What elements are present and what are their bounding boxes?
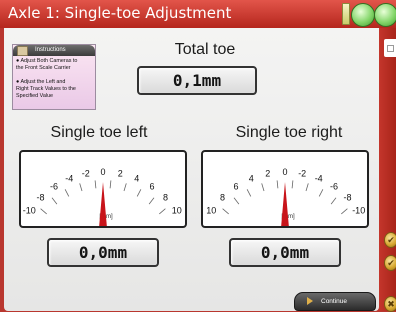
right-gauge-tick-label: 6 — [233, 182, 238, 192]
instruction-line: Specified Value — [16, 93, 54, 99]
close-icon[interactable]: ✖ — [384, 296, 396, 312]
left-gauge-tick-label: 4 — [134, 174, 139, 184]
instruction-line: ● Adjust Both Cameras to — [16, 58, 78, 64]
right-gauge-needle — [281, 182, 289, 226]
instructions-panel[interactable]: Instructions ● Adjust Both Cameras to th… — [12, 44, 96, 110]
single-toe-left-label: Single toe left — [50, 124, 148, 141]
single-toe-right-label: Single toe right — [235, 124, 343, 141]
left-gauge-tick-mark — [79, 183, 83, 192]
left-gauge-tick-label: 6 — [149, 182, 154, 192]
total-toe-value: 0,1mm — [137, 66, 257, 95]
right-gauge-tick-label: 4 — [249, 174, 254, 184]
instructions-title: Instructions — [35, 47, 66, 53]
right-gauge-tick-mark — [291, 180, 294, 189]
window-title: Axle 1: Single-toe Adjustment — [8, 4, 232, 22]
instructions-header[interactable]: Instructions — [13, 45, 95, 56]
left-gauge-tick-mark — [94, 180, 97, 189]
left-gauge-tick-label: -4 — [65, 174, 73, 184]
right-gauge-tick-label: -6 — [330, 182, 338, 192]
right-gauge-tick-mark — [261, 183, 265, 192]
left-gauge-tick-mark — [159, 208, 166, 215]
left-gauge-tick-mark — [123, 183, 127, 192]
left-gauge-tick-mark — [40, 208, 47, 215]
right-gauge-tick-mark — [318, 189, 324, 197]
left-gauge-tick-mark — [109, 180, 112, 189]
side-tab-icon[interactable] — [384, 39, 396, 57]
right-gauge-tick-label: -2 — [298, 169, 306, 179]
check-icon[interactable]: ✔ — [384, 232, 396, 248]
right-gauge-tick-label: 10 — [206, 205, 216, 215]
right-gauge-tick-label: -8 — [343, 192, 351, 202]
left-gauge-needle — [99, 182, 107, 226]
right-gauge-tick-label: 2 — [265, 169, 270, 179]
gauge-left: -10-8-6-4-20246810[mm] — [19, 150, 187, 228]
book-icon — [17, 46, 28, 56]
left-gauge-tick-label: -2 — [82, 169, 90, 179]
left-gauge-tick-label: -6 — [50, 182, 58, 192]
single-toe-right-value: 0,0mm — [229, 238, 341, 267]
right-gauge-tick-label: -4 — [315, 174, 323, 184]
status-block-icon — [342, 3, 350, 25]
right-gauge-tick-label: 0 — [282, 167, 287, 177]
left-gauge-tick-label: 0 — [100, 167, 105, 177]
left-gauge-tick-mark — [136, 189, 142, 197]
left-gauge-tick-mark — [51, 197, 58, 205]
left-gauge-tick-mark — [148, 197, 155, 205]
right-gauge-tick-label: -10 — [352, 205, 365, 215]
right-gauge-tick-mark — [246, 189, 252, 197]
check-icon-2[interactable]: ✔ — [384, 255, 396, 271]
instruction-line: the Front Scale Carrier — [16, 65, 71, 71]
continue-button[interactable]: Continue — [294, 292, 376, 311]
right-gauge-tick-mark — [305, 183, 309, 192]
instruction-line: Right Track Values to the — [16, 86, 76, 92]
right-gauge-tick-mark — [341, 208, 348, 215]
right-gauge-tick-mark — [222, 208, 229, 215]
left-gauge-tick-mark — [64, 189, 70, 197]
left-gauge-tick-label: 10 — [172, 205, 182, 215]
left-gauge-tick-label: -8 — [36, 192, 44, 202]
single-toe-left-value: 0,0mm — [47, 238, 159, 267]
instruction-line: ● Adjust the Left and — [16, 79, 66, 85]
gauge-right: 1086420-2-4-6-8-10[mm] — [201, 150, 369, 228]
total-toe-label: Total toe — [174, 41, 236, 58]
right-gauge-tick-mark — [276, 180, 279, 189]
green-lamp-icon-2 — [374, 3, 396, 27]
titlebar: Axle 1: Single-toe Adjustment — [0, 0, 396, 28]
right-gauge-tick-mark — [330, 197, 337, 205]
right-gauge-tick-label: 8 — [220, 192, 225, 202]
play-arrow-icon — [307, 297, 313, 305]
left-gauge-tick-label: 2 — [118, 169, 123, 179]
left-gauge-tick-label: 8 — [163, 192, 168, 202]
left-gauge-tick-label: -10 — [23, 205, 36, 215]
right-gauge-tick-mark — [233, 197, 240, 205]
continue-label: Continue — [321, 298, 348, 305]
